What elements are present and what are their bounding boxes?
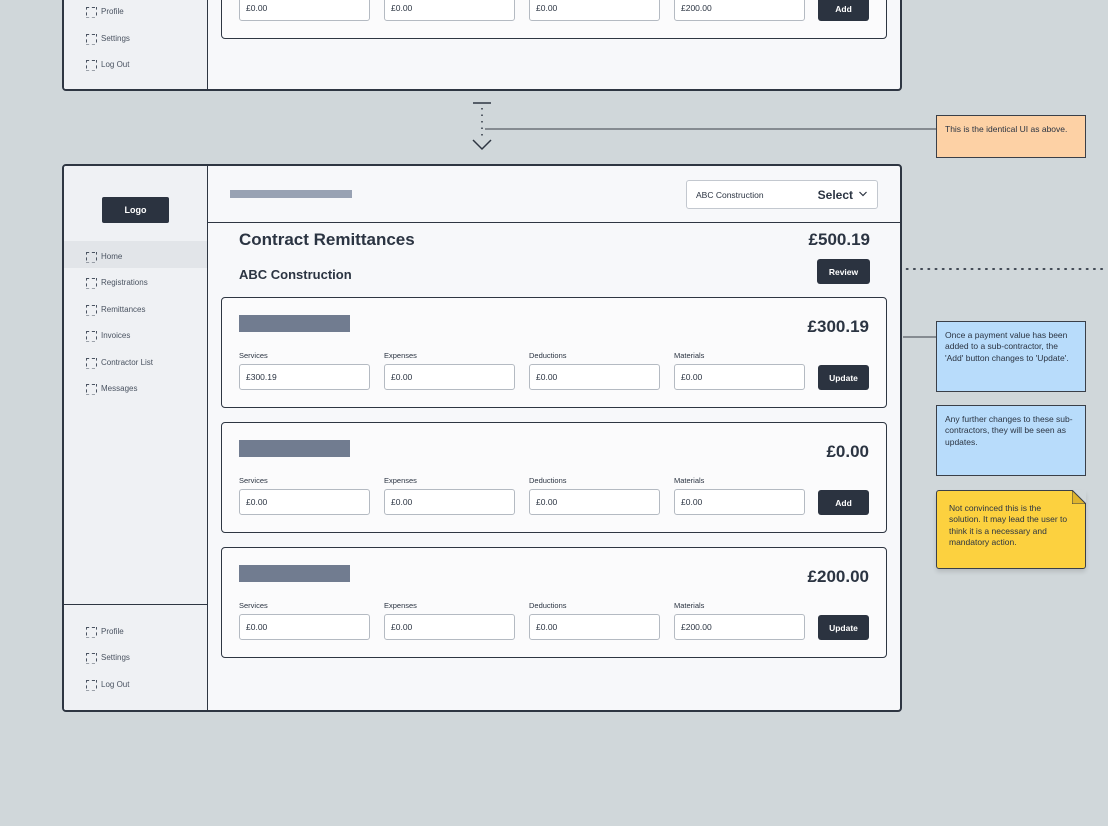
chevron-down-icon — [859, 191, 867, 197]
nav-item-label: Home — [101, 251, 123, 261]
expenses-label: Expenses — [384, 476, 417, 485]
services-label: Services — [239, 476, 268, 485]
nav-placeholder-icon — [86, 627, 95, 636]
company-select-label: Select — [817, 188, 853, 202]
nav-item-label: Log Out — [101, 679, 130, 689]
services-label: Services — [239, 351, 268, 360]
contractor-total: £0.00 — [826, 442, 869, 461]
materials-label: Materials — [674, 351, 705, 360]
nav-placeholder-icon — [86, 358, 95, 367]
nav-item-settings[interactable]: Settings — [86, 648, 130, 666]
nav-item-messages[interactable]: Messages — [86, 379, 137, 397]
page-title: Contract Remittances — [239, 230, 415, 249]
expenses-label: Expenses — [384, 601, 417, 610]
main-content: ABC Construction Select Contract Remitta… — [208, 166, 900, 710]
add-button[interactable]: Add — [818, 490, 869, 515]
company-select[interactable]: ABC Construction Select — [686, 180, 878, 209]
contractor-card: £300.19 Services Expenses Deductions Mat… — [221, 297, 887, 408]
nav-item-remittances[interactable]: Remittances — [86, 300, 145, 318]
company-name: ABC Construction — [239, 267, 352, 282]
expenses-label: Expenses — [384, 351, 417, 360]
deductions-input[interactable]: £0.00 — [529, 364, 660, 390]
contractor-name-placeholder — [239, 440, 350, 457]
deductions-input[interactable]: £0.00 — [529, 614, 660, 640]
contractor-total: £300.19 — [807, 317, 869, 336]
company-select-value: ABC Construction — [696, 190, 764, 200]
nav-item-logout[interactable]: Log Out — [86, 675, 129, 693]
nav-item-registrations[interactable]: Registrations — [86, 273, 148, 291]
update-button[interactable]: Update — [818, 365, 869, 390]
deductions-label: Deductions — [529, 351, 567, 360]
services-label: Services — [239, 601, 268, 610]
deductions-input[interactable]: £0.00 — [529, 489, 660, 515]
sidebar-divider — [64, 604, 207, 605]
review-button[interactable]: Review — [817, 259, 870, 284]
contractor-name-placeholder — [239, 315, 350, 332]
nav-placeholder-icon — [86, 278, 95, 287]
services-input[interactable]: £300.19 — [239, 364, 370, 390]
nav-item-label: Messages — [101, 383, 138, 393]
nav-item-label: Contractor List — [101, 357, 154, 367]
nav-item-profile[interactable]: Profile — [86, 622, 124, 640]
materials-input[interactable]: £200.00 — [674, 614, 805, 640]
materials-input[interactable]: £0.00 — [674, 364, 805, 390]
services-input[interactable]: £0.00 — [239, 489, 370, 515]
annotation-note-concern: Not convinced this is the solution. It m… — [936, 490, 1086, 569]
nav-placeholder-icon — [86, 252, 95, 261]
nav-placeholder-icon — [86, 384, 95, 393]
contractor-card: £200.00 Services Expenses Deductions Mat… — [221, 547, 887, 658]
contractor-total: £200.00 — [807, 567, 869, 586]
annotation-note-text: Not convinced this is the solution. It m… — [949, 503, 1068, 548]
annotation-note-further-changes: Any further changes to these sub-contrac… — [936, 405, 1086, 476]
materials-label: Materials — [674, 476, 705, 485]
nav-item-label: Invoices — [101, 330, 131, 340]
update-button[interactable]: Update — [818, 615, 869, 640]
nav-item-home[interactable]: Home — [86, 247, 122, 265]
nav-placeholder-icon — [86, 305, 95, 314]
nav-placeholder-icon — [86, 653, 95, 662]
nav-placeholder-icon — [86, 680, 95, 689]
nav-placeholder-icon — [86, 331, 95, 340]
nav-item-label: Profile — [101, 626, 124, 636]
materials-label: Materials — [674, 601, 705, 610]
nav-item-contractor-list[interactable]: Contractor List — [86, 353, 153, 371]
remittances-screen-frame: Logo Home Registrations Remittances Invo… — [62, 164, 902, 712]
sidebar: Logo Home Registrations Remittances Invo… — [64, 166, 208, 710]
expenses-input[interactable]: £0.00 — [384, 614, 515, 640]
contractor-card: £0.00 Services Expenses Deductions Mater… — [221, 422, 887, 533]
deductions-label: Deductions — [529, 601, 567, 610]
nav-item-invoices[interactable]: Invoices — [86, 326, 130, 344]
annotation-note-identical-ui: This is the identical UI as above. — [936, 115, 1086, 158]
nav-item-label: Settings — [101, 652, 130, 662]
page-total: £500.19 — [808, 230, 870, 249]
annotation-note-update-change: Once a payment value has been added to a… — [936, 321, 1086, 392]
deductions-label: Deductions — [529, 476, 567, 485]
contractor-name-placeholder — [239, 565, 350, 582]
nav-item-label: Registrations — [101, 277, 148, 287]
materials-input[interactable]: £0.00 — [674, 489, 805, 515]
nav-item-label: Remittances — [101, 304, 146, 314]
logo[interactable]: Logo — [102, 197, 169, 223]
folded-corner-icon — [1072, 490, 1086, 504]
expenses-input[interactable]: £0.00 — [384, 489, 515, 515]
top-bar: ABC Construction Select — [208, 166, 900, 223]
breadcrumb-placeholder — [230, 190, 352, 198]
expenses-input[interactable]: £0.00 — [384, 364, 515, 390]
services-input[interactable]: £0.00 — [239, 614, 370, 640]
